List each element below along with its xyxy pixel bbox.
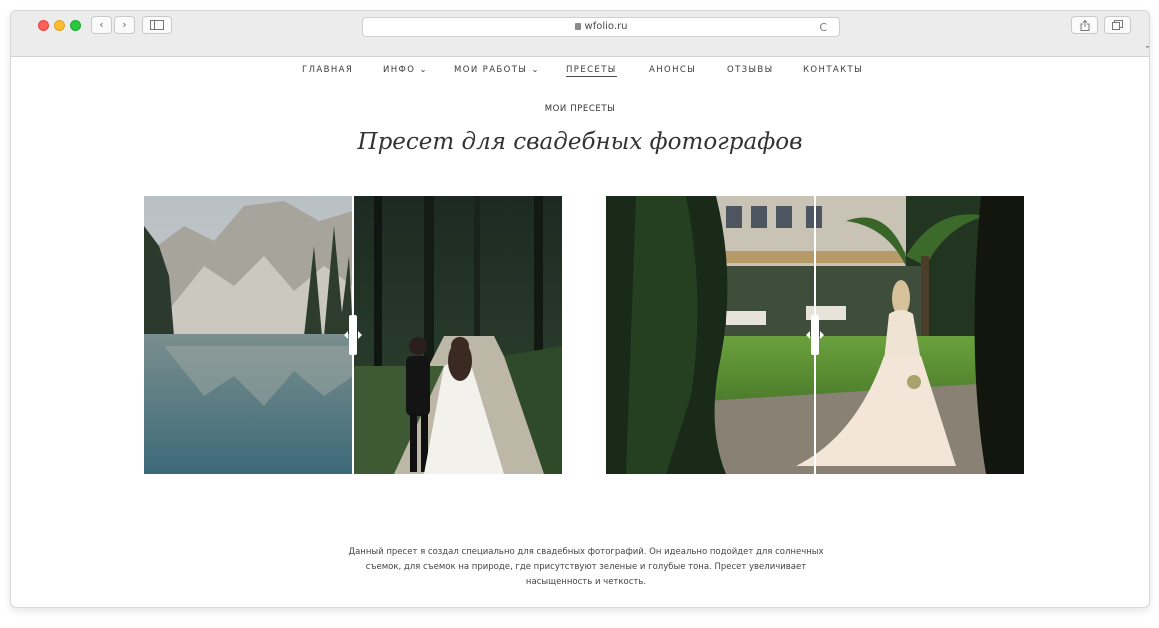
description-line: насыщенность и четкость. — [525, 577, 647, 587]
description-line: Данный пресет я создал специально для св… — [348, 547, 824, 557]
before-after-slider-left[interactable] — [144, 196, 562, 474]
nav-item-contacts[interactable]: КОНТАКТЫ — [803, 65, 863, 75]
minimize-window-button[interactable] — [54, 20, 65, 31]
site-navigation: ГЛАВНАЯ ИНФО ⌄ МОИ РАБОТЫ ⌄ ПРЕСЕТЫ АНОН… — [11, 65, 1149, 79]
browser-toolbar: ‹ › wfolio.ru C — [11, 11, 1149, 57]
nav-item-reviews[interactable]: ОТЗЫВЫ — [727, 65, 774, 75]
before-after-slider-right[interactable] — [606, 196, 1024, 474]
chevron-left-icon: ‹ — [99, 18, 104, 31]
close-window-button[interactable] — [38, 20, 49, 31]
tabs-icon — [1112, 20, 1123, 30]
lock-icon — [574, 23, 581, 30]
share-button[interactable] — [1071, 16, 1098, 34]
nav-item-presets[interactable]: ПРЕСЕТЫ — [566, 65, 617, 77]
share-icon — [1080, 20, 1089, 31]
new-tab-button[interactable]: + — [1140, 37, 1149, 57]
zoom-window-button[interactable] — [70, 20, 81, 31]
sidebar-toggle-button[interactable] — [142, 16, 172, 34]
reload-icon[interactable]: C — [819, 21, 827, 34]
nav-item-home[interactable]: ГЛАВНАЯ — [302, 65, 353, 75]
tabs-overview-button[interactable] — [1104, 16, 1131, 34]
wedding-photo-lake — [144, 196, 562, 474]
page-subtitle: МОИ ПРЕСЕТЫ — [544, 104, 616, 114]
plus-icon: + — [1144, 37, 1149, 56]
nav-item-works[interactable]: МОИ РАБОТЫ ⌄ — [454, 65, 540, 75]
browser-window: ‹ › wfolio.ru C ГЛАВНАЯ ИНФО ⌄ МОИ РАБОТ… — [10, 10, 1150, 608]
sidebar-icon — [150, 20, 164, 30]
back-button[interactable]: ‹ — [91, 16, 112, 34]
chevron-right-icon: › — [122, 18, 127, 31]
nav-item-info[interactable]: ИНФО ⌄ — [383, 65, 428, 75]
description-line: съемок, для съемок на природе, где прису… — [365, 562, 807, 572]
address-bar[interactable]: wfolio.ru C — [362, 17, 840, 37]
nav-item-announcements[interactable]: АНОНСЫ — [649, 65, 696, 75]
page-title: Пресет для свадебных фотографов — [357, 129, 803, 155]
wedding-photo-garden — [606, 196, 1024, 474]
url-text: wfolio.ru — [584, 21, 628, 32]
forward-button[interactable]: › — [114, 16, 135, 34]
preset-description: Данный пресет я создал специально для св… — [266, 545, 906, 590]
